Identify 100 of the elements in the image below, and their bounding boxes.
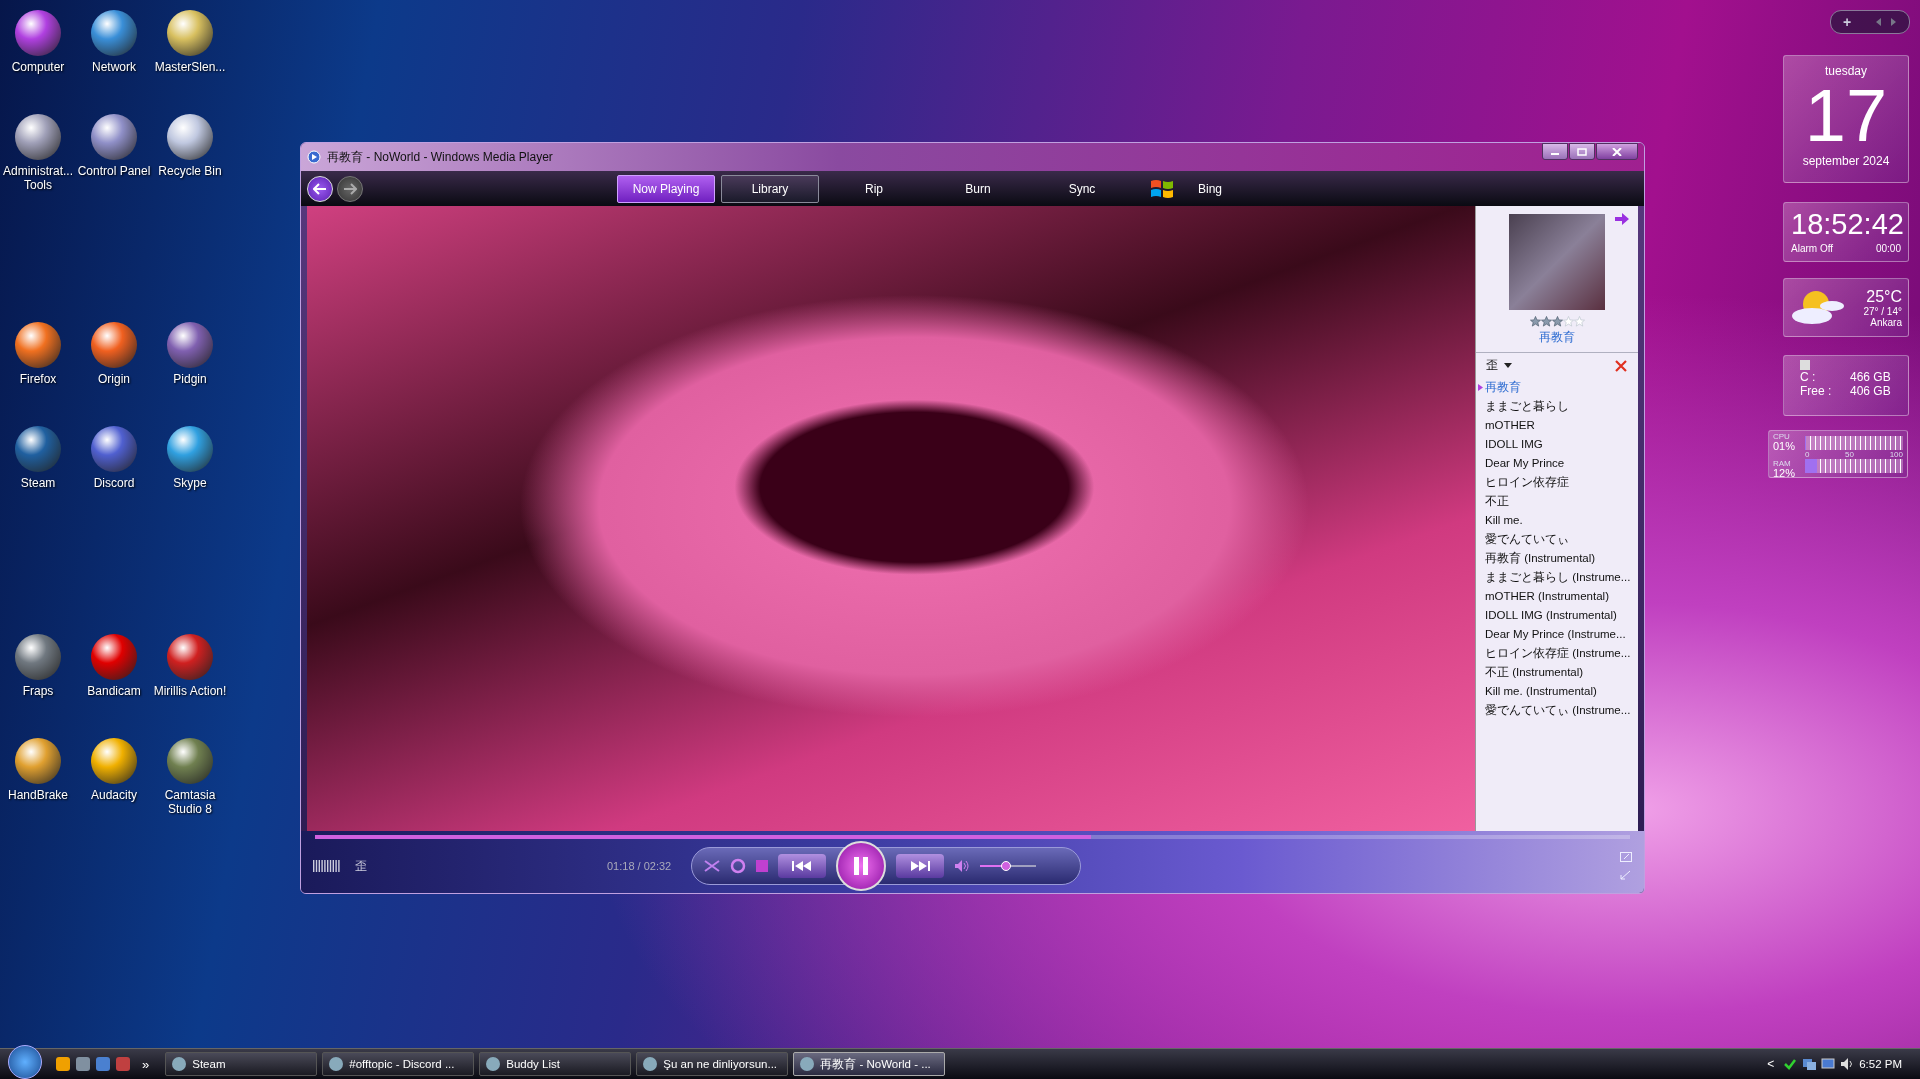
network-icon[interactable] bbox=[1802, 1057, 1817, 1071]
previous-icon bbox=[791, 860, 814, 872]
previous-button[interactable] bbox=[778, 854, 827, 878]
scale-label: 50 bbox=[1845, 450, 1854, 459]
time-display: 01:18 / 02:32 bbox=[607, 860, 672, 872]
playing-marker-icon bbox=[1478, 384, 1483, 391]
forward-button[interactable] bbox=[337, 175, 363, 202]
ram-value: 12% bbox=[1773, 468, 1797, 479]
star-icon[interactable] bbox=[1540, 316, 1552, 327]
scale-label: 0 bbox=[1805, 450, 1810, 459]
playlist-item[interactable]: 不正 (Instrumental) bbox=[1476, 663, 1638, 682]
playlist-item[interactable]: Kill me. bbox=[1476, 511, 1638, 530]
maximize-icon bbox=[1577, 147, 1587, 156]
tab[interactable]: Sync bbox=[1033, 174, 1131, 203]
maximize-button[interactable] bbox=[1569, 143, 1595, 160]
playlist-item[interactable]: Kill me. (Instrumental) bbox=[1476, 682, 1638, 701]
start-button[interactable] bbox=[8, 1045, 42, 1079]
close-button[interactable] bbox=[1596, 143, 1638, 160]
day-number: 17 bbox=[1804, 78, 1888, 154]
taskbar-button[interactable]: 再教育 - NoWorld - ... bbox=[793, 1052, 946, 1076]
playlist-item[interactable]: 愛でんていてぃ bbox=[1476, 530, 1638, 549]
taskbar-clock[interactable]: 6:52 PM bbox=[1859, 1058, 1902, 1070]
next-button[interactable] bbox=[896, 854, 945, 878]
free-size: 406 GB bbox=[1850, 384, 1892, 398]
volume-icon[interactable] bbox=[954, 859, 971, 873]
clock-time: 18:52:42 bbox=[1791, 207, 1904, 242]
icon-label: Skype bbox=[172, 476, 208, 490]
tab[interactable]: Now Playing bbox=[617, 174, 715, 203]
month-year: september 2024 bbox=[1802, 154, 1890, 168]
ram-label: RAM bbox=[1773, 459, 1792, 468]
back-button[interactable] bbox=[307, 175, 333, 202]
playlist-item[interactable]: Dear My Prince (Instrume... bbox=[1476, 625, 1638, 644]
icon-label: Mirillis Action! bbox=[152, 684, 228, 698]
free-label: Free : bbox=[1800, 384, 1833, 398]
playlist-title[interactable]: 歪 bbox=[1486, 357, 1498, 374]
pause-icon bbox=[853, 856, 870, 876]
check-icon[interactable] bbox=[1783, 1057, 1798, 1071]
playlist-item[interactable]: Dear My Prince bbox=[1476, 454, 1638, 473]
icon-label: Computer bbox=[10, 60, 66, 74]
playlist-item[interactable]: ままごと暮らし (Instrume... bbox=[1476, 568, 1638, 587]
city-name: Ankara bbox=[1870, 316, 1902, 328]
speaker-icon[interactable] bbox=[1840, 1057, 1855, 1071]
star-icon[interactable] bbox=[1551, 316, 1563, 327]
cpu-label: CPU bbox=[1773, 432, 1791, 441]
minimize-button[interactable] bbox=[1542, 143, 1568, 160]
alarm-time: 00:00 bbox=[1875, 243, 1901, 254]
playlist-item[interactable]: IDOLL IMG bbox=[1476, 435, 1638, 454]
repeat-button[interactable] bbox=[730, 858, 747, 874]
star-icon[interactable] bbox=[1562, 316, 1574, 327]
taskbar-button[interactable]: Şu an ne dinliyorsun... bbox=[636, 1052, 789, 1076]
playlist-item[interactable]: 愛でんていてぃ (Instrume... bbox=[1476, 701, 1638, 720]
taskbar-button[interactable]: Steam bbox=[165, 1052, 318, 1076]
playlist-item[interactable]: ヒロイン依存症 (Instrume... bbox=[1476, 644, 1638, 663]
album-label: 歪 bbox=[355, 857, 367, 875]
add-gadget-button[interactable]: + bbox=[1842, 14, 1852, 30]
playlist-item[interactable]: 再教育 bbox=[1476, 378, 1638, 397]
icon-label: Control Panel bbox=[76, 164, 152, 178]
taskbar-button[interactable]: Buddy List bbox=[479, 1052, 632, 1076]
icon-label: Bandicam bbox=[86, 684, 142, 698]
playlist-item[interactable]: IDOLL IMG (Instrumental) bbox=[1476, 606, 1638, 625]
bars-icon[interactable] bbox=[313, 860, 341, 872]
cpu-value: 01% bbox=[1773, 441, 1797, 452]
icon-label: Audacity bbox=[90, 788, 138, 802]
playlist-item[interactable]: mOTHER (Instrumental) bbox=[1476, 587, 1638, 606]
tab[interactable]: Rip bbox=[825, 174, 923, 203]
playlist-item[interactable]: 不正 bbox=[1476, 492, 1638, 511]
caret-icon[interactable] bbox=[1504, 362, 1512, 369]
star-icon[interactable] bbox=[1573, 316, 1585, 327]
drive-size: 466 GB bbox=[1850, 370, 1892, 384]
drive-label: C : bbox=[1800, 370, 1817, 384]
arrow-icon[interactable] bbox=[1614, 212, 1630, 226]
tab[interactable]: Bing bbox=[1161, 174, 1259, 203]
tab[interactable]: Burn bbox=[929, 174, 1027, 203]
icon-label: Camtasia Studio 8 bbox=[163, 788, 217, 816]
right-arrow-icon bbox=[343, 182, 357, 195]
temperature: 25°C bbox=[1866, 287, 1902, 306]
tab[interactable]: Library bbox=[721, 174, 819, 203]
player-icon bbox=[307, 150, 321, 164]
playlist-item[interactable]: ヒロイン依存症 bbox=[1476, 473, 1638, 492]
left-arrow-icon bbox=[313, 182, 327, 195]
volume-slider[interactable] bbox=[980, 860, 1037, 872]
track-title[interactable]: 再教育 bbox=[1539, 329, 1575, 346]
playlist-item[interactable]: ままごと暮らし bbox=[1476, 397, 1638, 416]
monitor-icon[interactable] bbox=[1821, 1057, 1836, 1071]
drive-icon bbox=[1800, 360, 1810, 370]
alarm-status: Alarm Off bbox=[1791, 243, 1834, 254]
clear-list-icon[interactable] bbox=[1614, 358, 1628, 373]
icon-label: Fraps bbox=[21, 684, 55, 698]
playlist-item[interactable]: mOTHER bbox=[1476, 416, 1638, 435]
icon-label: Origin bbox=[97, 372, 131, 386]
playlist-item[interactable]: 再教育 (Instrumental) bbox=[1476, 549, 1638, 568]
star-icon[interactable] bbox=[1529, 316, 1541, 327]
arrows-icon[interactable] bbox=[1875, 17, 1898, 27]
scale-label: 100 bbox=[1889, 450, 1903, 459]
icon-label: HandBrake bbox=[6, 788, 69, 802]
show-hidden-icons-button[interactable]: < bbox=[1763, 1057, 1779, 1071]
taskbar-button[interactable]: #offtopic - Discord ... bbox=[322, 1052, 475, 1076]
more-button[interactable]: » bbox=[136, 1056, 156, 1072]
pause-button[interactable] bbox=[836, 841, 887, 891]
shuffle-button[interactable] bbox=[704, 859, 721, 873]
